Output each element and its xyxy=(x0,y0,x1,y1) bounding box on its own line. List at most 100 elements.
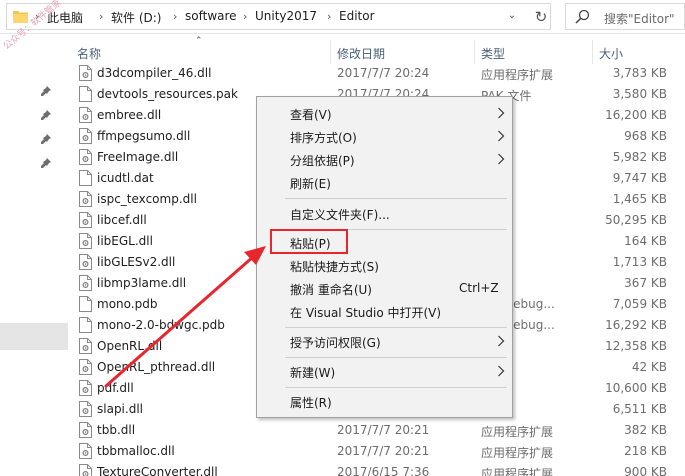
dll-file-icon xyxy=(79,359,92,375)
file-size: 968 KB xyxy=(624,129,667,143)
menu-separator xyxy=(285,198,507,199)
dll-file-icon xyxy=(79,275,92,291)
breadcrumb-drive-d[interactable]: 软件 (D:) xyxy=(111,9,161,26)
file-name: mono-2.0-bdwgc.pdb xyxy=(97,318,225,332)
column-header-date[interactable]: 修改日期 xyxy=(337,45,385,62)
column-divider[interactable] xyxy=(592,40,593,64)
menu-item-label: 粘贴快捷方式(S) xyxy=(290,260,379,274)
menu-item-undo-rename[interactable]: 撤消 重命名(U) Ctrl+Z xyxy=(257,278,512,300)
file-type: 应用程序扩展 xyxy=(481,446,554,460)
file-icon xyxy=(79,296,92,312)
chevron-right-icon xyxy=(498,335,505,347)
file-size: 50,295 KB xyxy=(605,213,667,227)
dll-file-icon xyxy=(79,338,92,354)
dll-file-icon xyxy=(79,212,92,228)
file-date: 2017/6/15 7:36 xyxy=(337,465,430,476)
pin-icon[interactable] xyxy=(40,85,52,97)
file-date: 2017/7/7 20:21 xyxy=(337,423,430,437)
file-size: 1,465 KB xyxy=(612,192,667,206)
menu-item-label: 在 Visual Studio 中打开(V) xyxy=(290,306,442,320)
file-type: 应用程序扩展 xyxy=(481,467,554,476)
navigation-pane xyxy=(0,35,68,476)
dll-file-icon xyxy=(79,65,92,81)
file-size: 16,292 KB xyxy=(605,318,667,332)
pin-icon[interactable] xyxy=(40,133,52,145)
pin-icon[interactable] xyxy=(40,157,52,169)
nav-selected-item[interactable] xyxy=(0,323,68,350)
file-name: slapi.dll xyxy=(97,402,143,416)
file-name: libcef.dll xyxy=(97,213,147,227)
file-type: 应用程序扩展 xyxy=(481,425,554,439)
column-header-size[interactable]: 大小 xyxy=(599,45,623,62)
file-date: 2017/7/7 20:24 xyxy=(337,66,430,80)
dll-file-icon xyxy=(79,401,92,417)
breadcrumb-editor[interactable]: Editor xyxy=(339,9,375,23)
file-name: libEGL.dll xyxy=(97,234,153,248)
breadcrumb-software[interactable]: software xyxy=(185,9,237,23)
menu-item-refresh[interactable]: 刷新(E) xyxy=(257,172,512,194)
menu-item-customize-folder[interactable]: 自定义文件夹(F)... xyxy=(257,203,512,225)
file-row[interactable]: d3dcompiler_46.dll 2017/7/7 20:24 应用程序扩展 3,… xyxy=(76,63,685,84)
dll-file-icon xyxy=(79,128,92,144)
file-size: 12,358 KB xyxy=(605,339,667,353)
file-icon xyxy=(79,317,92,333)
refresh-icon[interactable]: ↻ xyxy=(531,7,551,27)
menu-separator xyxy=(285,387,507,388)
menu-item-label: 刷新(E) xyxy=(290,177,331,191)
file-size: 9,747 KB xyxy=(612,171,667,185)
menu-item-label: 撤消 重命名(U) xyxy=(290,283,372,297)
file-size: 1,713 KB xyxy=(612,255,667,269)
address-bar[interactable]: › 此电脑 › 软件 (D:) › software › Unity2017 ›… xyxy=(6,3,551,30)
file-date: 2017/7/7 20:21 xyxy=(337,444,430,458)
file-row[interactable]: TextureConverter.dll 2017/6/15 7:36 应用程序扩展… xyxy=(76,462,685,476)
search-icon xyxy=(575,9,590,24)
file-name: embree.dll xyxy=(97,108,162,122)
chevron-right-icon xyxy=(498,365,505,377)
menu-item-label: 分组依据(P) xyxy=(290,154,355,168)
sort-ascending-icon: ⌃ xyxy=(195,36,203,46)
menu-item-group[interactable]: 分组依据(P) xyxy=(257,149,512,171)
menu-item-sort[interactable]: 排序方式(O) xyxy=(257,126,512,148)
file-name: d3dcompiler_46.dll xyxy=(97,66,212,80)
breadcrumb-separator-icon: › xyxy=(243,10,248,23)
file-row[interactable]: tbb.dll 2017/7/7 20:21 应用程序扩展 382 KB xyxy=(76,420,685,441)
menu-item-new[interactable]: 新建(W) xyxy=(257,361,512,383)
file-name: libGLESv2.dll xyxy=(97,255,176,269)
file-name: OpenRL_pthread.dll xyxy=(97,360,216,374)
file-size: 6,511 KB xyxy=(612,402,667,416)
paste-highlight-box xyxy=(270,229,348,254)
column-header-type[interactable]: 类型 xyxy=(481,45,505,62)
column-header-name[interactable]: 名称 xyxy=(77,45,101,62)
breadcrumb-separator-icon: › xyxy=(173,10,178,23)
file-name: tbb.dll xyxy=(97,423,136,437)
chevron-down-icon[interactable]: ⌄ xyxy=(504,10,520,24)
file-name: FreeImage.dll xyxy=(97,150,179,164)
search-input[interactable]: 搜索"Editor" xyxy=(565,3,685,30)
column-divider[interactable] xyxy=(474,40,475,64)
file-size: 367 KB xyxy=(624,276,667,290)
search-placeholder: 搜索"Editor" xyxy=(604,12,675,26)
file-icon xyxy=(79,170,92,186)
menu-item-label: 排序方式(O) xyxy=(290,131,357,145)
chevron-right-icon xyxy=(498,107,505,119)
menu-item-view[interactable]: 查看(V) xyxy=(257,103,512,125)
file-size: 3,783 KB xyxy=(612,66,667,80)
dll-file-icon xyxy=(79,107,92,123)
file-name: TextureConverter.dll xyxy=(97,465,218,476)
column-divider[interactable] xyxy=(330,40,331,64)
file-row[interactable]: tbbmalloc.dll 2017/7/7 20:21 应用程序扩展 218 KB xyxy=(76,441,685,462)
menu-item-label: 属性(R) xyxy=(290,396,332,410)
dll-file-icon xyxy=(79,191,92,207)
menu-item-grant-access[interactable]: 授予访问权限(G) xyxy=(257,331,512,353)
menu-item-open-visual-studio[interactable]: 在 Visual Studio 中打开(V) xyxy=(257,301,512,323)
menu-item-label: 新建(W) xyxy=(290,366,336,380)
menu-item-properties[interactable]: 属性(R) xyxy=(257,391,512,413)
breadcrumb-unity2017[interactable]: Unity2017 xyxy=(255,9,317,23)
file-name: ispc_texcomp.dll xyxy=(97,192,197,206)
menu-item-paste-shortcut[interactable]: 粘贴快捷方式(S) xyxy=(257,255,512,277)
file-size: 10,600 KB xyxy=(605,381,667,395)
file-name: ffmpegsumo.dll xyxy=(97,129,191,143)
file-size: 42 KB xyxy=(631,360,667,374)
menu-item-label: 授予访问权限(G) xyxy=(290,336,381,350)
pin-icon[interactable] xyxy=(40,109,52,121)
